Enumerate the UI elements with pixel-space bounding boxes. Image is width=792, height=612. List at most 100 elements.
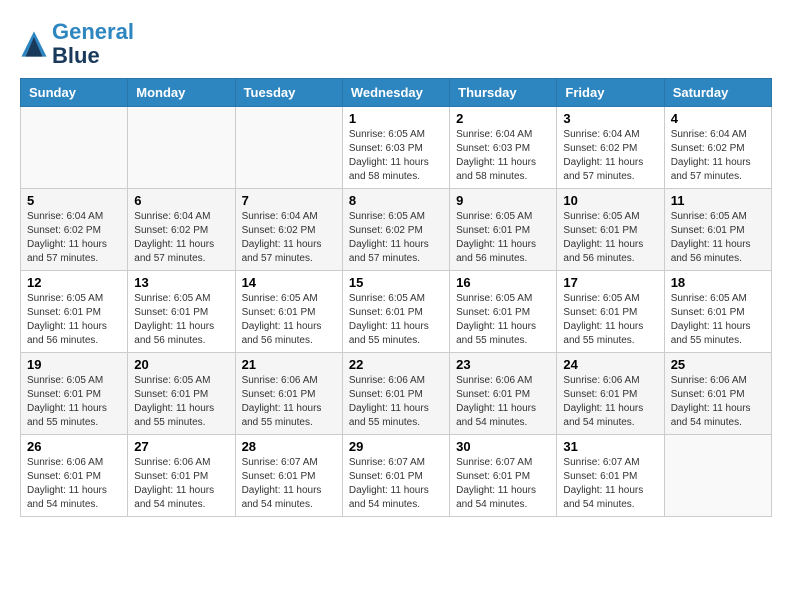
calendar-cell: 6 Sunrise: 6:04 AM Sunset: 6:02 PM Daylig… bbox=[128, 189, 235, 271]
day-number: 15 bbox=[349, 275, 443, 290]
calendar-cell: 9 Sunrise: 6:05 AM Sunset: 6:01 PM Daylig… bbox=[450, 189, 557, 271]
calendar-cell bbox=[21, 107, 128, 189]
logo-icon bbox=[20, 30, 48, 58]
calendar-cell: 11 Sunrise: 6:05 AM Sunset: 6:01 PM Dayli… bbox=[664, 189, 771, 271]
calendar-cell: 25 Sunrise: 6:06 AM Sunset: 6:01 PM Dayli… bbox=[664, 353, 771, 435]
calendar-cell: 15 Sunrise: 6:05 AM Sunset: 6:01 PM Dayli… bbox=[342, 271, 449, 353]
day-number: 8 bbox=[349, 193, 443, 208]
day-info: Sunrise: 6:05 AM Sunset: 6:01 PM Dayligh… bbox=[134, 374, 228, 430]
day-number: 6 bbox=[134, 193, 228, 208]
day-number: 14 bbox=[242, 275, 336, 290]
calendar-cell: 27 Sunrise: 6:06 AM Sunset: 6:01 PM Dayli… bbox=[128, 435, 235, 517]
day-info: Sunrise: 6:07 AM Sunset: 6:01 PM Dayligh… bbox=[349, 456, 443, 512]
day-number: 18 bbox=[671, 275, 765, 290]
day-number: 24 bbox=[563, 357, 657, 372]
calendar-table: SundayMondayTuesdayWednesdayThursdayFrid… bbox=[20, 78, 772, 517]
day-info: Sunrise: 6:04 AM Sunset: 6:02 PM Dayligh… bbox=[671, 128, 765, 184]
day-info: Sunrise: 6:07 AM Sunset: 6:01 PM Dayligh… bbox=[242, 456, 336, 512]
day-info: Sunrise: 6:05 AM Sunset: 6:02 PM Dayligh… bbox=[349, 210, 443, 266]
day-info: Sunrise: 6:06 AM Sunset: 6:01 PM Dayligh… bbox=[134, 456, 228, 512]
calendar-cell: 28 Sunrise: 6:07 AM Sunset: 6:01 PM Dayli… bbox=[235, 435, 342, 517]
calendar-cell: 13Sunrise: 6:05 AM Sunset: 6:01 PM Dayli… bbox=[128, 271, 235, 353]
day-number: 21 bbox=[242, 357, 336, 372]
day-number: 2 bbox=[456, 111, 550, 126]
calendar-cell: 29 Sunrise: 6:07 AM Sunset: 6:01 PM Dayli… bbox=[342, 435, 449, 517]
calendar-cell bbox=[664, 435, 771, 517]
day-number: 17 bbox=[563, 275, 657, 290]
day-number: 11 bbox=[671, 193, 765, 208]
day-number: 4 bbox=[671, 111, 765, 126]
day-info: Sunrise: 6:04 AM Sunset: 6:02 PM Dayligh… bbox=[563, 128, 657, 184]
day-info: Sunrise: 6:05 AM Sunset: 6:01 PM Dayligh… bbox=[349, 292, 443, 348]
day-info: Sunrise: 6:05 AM Sunset: 6:03 PM Dayligh… bbox=[349, 128, 443, 184]
logo-text: General Blue bbox=[52, 20, 134, 68]
day-info: Sunrise: 6:06 AM Sunset: 6:01 PM Dayligh… bbox=[349, 374, 443, 430]
day-info: Sunrise: 6:05 AM Sunset: 6:01 PM Dayligh… bbox=[456, 292, 550, 348]
day-number: 12 bbox=[27, 275, 121, 290]
day-number: 3 bbox=[563, 111, 657, 126]
page-header: General Blue bbox=[20, 20, 772, 68]
day-number: 20 bbox=[134, 357, 228, 372]
weekday-header: Saturday bbox=[664, 79, 771, 107]
calendar-cell: 4 Sunrise: 6:04 AM Sunset: 6:02 PM Daylig… bbox=[664, 107, 771, 189]
day-number: 29 bbox=[349, 439, 443, 454]
day-number: 28 bbox=[242, 439, 336, 454]
day-info: Sunrise: 6:05 AM Sunset: 6:01 PM Dayligh… bbox=[563, 210, 657, 266]
day-info: Sunrise: 6:05 AM Sunset: 6:01 PM Dayligh… bbox=[563, 292, 657, 348]
day-info: Sunrise: 6:06 AM Sunset: 6:01 PM Dayligh… bbox=[671, 374, 765, 430]
calendar-cell: 18 Sunrise: 6:05 AM Sunset: 6:01 PM Dayli… bbox=[664, 271, 771, 353]
calendar-cell: 22 Sunrise: 6:06 AM Sunset: 6:01 PM Dayli… bbox=[342, 353, 449, 435]
day-number: 23 bbox=[456, 357, 550, 372]
calendar-cell bbox=[235, 107, 342, 189]
day-number: 13 bbox=[134, 275, 228, 290]
weekday-header: Wednesday bbox=[342, 79, 449, 107]
day-number: 30 bbox=[456, 439, 550, 454]
day-info: Sunrise: 6:06 AM Sunset: 6:01 PM Dayligh… bbox=[27, 456, 121, 512]
calendar-cell: 31Sunrise: 6:07 AM Sunset: 6:01 PM Dayli… bbox=[557, 435, 664, 517]
day-info: Sunrise: 6:04 AM Sunset: 6:02 PM Dayligh… bbox=[134, 210, 228, 266]
day-info: Sunrise: 6:04 AM Sunset: 6:03 PM Dayligh… bbox=[456, 128, 550, 184]
calendar-cell: 16 Sunrise: 6:05 AM Sunset: 6:01 PM Dayli… bbox=[450, 271, 557, 353]
day-number: 27 bbox=[134, 439, 228, 454]
day-info: Sunrise: 6:07 AM Sunset: 6:01 PM Dayligh… bbox=[456, 456, 550, 512]
calendar-cell: 12 Sunrise: 6:05 AM Sunset: 6:01 PM Dayli… bbox=[21, 271, 128, 353]
weekday-header: Thursday bbox=[450, 79, 557, 107]
calendar-cell: 19 Sunrise: 6:05 AM Sunset: 6:01 PM Dayli… bbox=[21, 353, 128, 435]
day-info: Sunrise: 6:06 AM Sunset: 6:01 PM Dayligh… bbox=[456, 374, 550, 430]
calendar-cell: 17 Sunrise: 6:05 AM Sunset: 6:01 PM Dayli… bbox=[557, 271, 664, 353]
calendar-cell: 14Sunrise: 6:05 AM Sunset: 6:01 PM Dayli… bbox=[235, 271, 342, 353]
day-info: Sunrise: 6:05 AM Sunset: 6:01 PM Dayligh… bbox=[27, 374, 121, 430]
day-number: 22 bbox=[349, 357, 443, 372]
weekday-header: Tuesday bbox=[235, 79, 342, 107]
logo: General Blue bbox=[20, 20, 134, 68]
calendar-cell: 5 Sunrise: 6:04 AM Sunset: 6:02 PM Daylig… bbox=[21, 189, 128, 271]
calendar-cell: 1 Sunrise: 6:05 AM Sunset: 6:03 PM Daylig… bbox=[342, 107, 449, 189]
day-info: Sunrise: 6:05 AM Sunset: 6:01 PM Dayligh… bbox=[456, 210, 550, 266]
day-number: 9 bbox=[456, 193, 550, 208]
day-info: Sunrise: 6:04 AM Sunset: 6:02 PM Dayligh… bbox=[27, 210, 121, 266]
day-number: 19 bbox=[27, 357, 121, 372]
day-number: 26 bbox=[27, 439, 121, 454]
day-number: 10 bbox=[563, 193, 657, 208]
day-info: Sunrise: 6:06 AM Sunset: 6:01 PM Dayligh… bbox=[563, 374, 657, 430]
day-info: Sunrise: 6:05 AM Sunset: 6:01 PM Dayligh… bbox=[27, 292, 121, 348]
calendar-cell: 20 Sunrise: 6:05 AM Sunset: 6:01 PM Dayli… bbox=[128, 353, 235, 435]
calendar-cell: 24 Sunrise: 6:06 AM Sunset: 6:01 PM Dayli… bbox=[557, 353, 664, 435]
day-number: 5 bbox=[27, 193, 121, 208]
day-info: Sunrise: 6:04 AM Sunset: 6:02 PM Dayligh… bbox=[242, 210, 336, 266]
day-number: 25 bbox=[671, 357, 765, 372]
calendar-cell: 3 Sunrise: 6:04 AM Sunset: 6:02 PM Daylig… bbox=[557, 107, 664, 189]
calendar-cell: 30 Sunrise: 6:07 AM Sunset: 6:01 PM Dayli… bbox=[450, 435, 557, 517]
calendar-cell: 26 Sunrise: 6:06 AM Sunset: 6:01 PM Dayli… bbox=[21, 435, 128, 517]
day-number: 7 bbox=[242, 193, 336, 208]
calendar-cell: 7 Sunrise: 6:04 AM Sunset: 6:02 PM Daylig… bbox=[235, 189, 342, 271]
day-info: Sunrise: 6:06 AM Sunset: 6:01 PM Dayligh… bbox=[242, 374, 336, 430]
day-info: Sunrise: 6:05 AM Sunset: 6:01 PM Dayligh… bbox=[671, 210, 765, 266]
calendar-cell: 10 Sunrise: 6:05 AM Sunset: 6:01 PM Dayli… bbox=[557, 189, 664, 271]
weekday-header: Sunday bbox=[21, 79, 128, 107]
day-number: 31 bbox=[563, 439, 657, 454]
day-info: Sunrise: 6:05 AM Sunset: 6:01 PM Dayligh… bbox=[671, 292, 765, 348]
day-number: 1 bbox=[349, 111, 443, 126]
calendar-cell: 8 Sunrise: 6:05 AM Sunset: 6:02 PM Daylig… bbox=[342, 189, 449, 271]
day-number: 16 bbox=[456, 275, 550, 290]
